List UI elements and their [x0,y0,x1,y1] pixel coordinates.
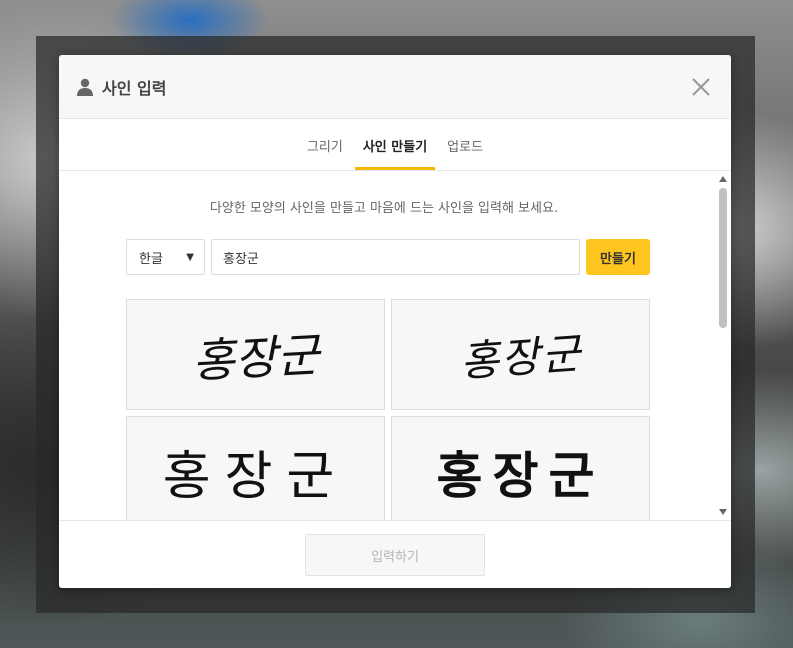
close-icon[interactable] [689,75,713,99]
dialog-footer: 입력하기 [59,520,731,588]
dialog-header: 사인 입력 [59,55,731,119]
tab-bar: 그리기 사인 만들기 업로드 [59,119,731,171]
tab-upload[interactable]: 업로드 [439,136,491,170]
signature-text: 홍장군 [436,446,605,505]
name-input[interactable] [211,239,580,275]
language-select[interactable]: 한글 ▼ [126,239,205,275]
signature-option-1[interactable]: 홍장군 [126,299,385,410]
scroll-up-icon[interactable] [719,176,727,182]
person-icon [77,78,93,96]
make-button[interactable]: 만들기 [586,239,650,275]
scrollbar[interactable] [715,171,731,520]
scroll-down-icon[interactable] [719,509,727,515]
instruction-text: 다양한 모양의 사인을 만들고 마음에 드는 사인을 입력해 보세요. [209,201,559,216]
scroll-thumb[interactable] [719,188,727,328]
dialog-title: 사인 입력 [102,78,167,98]
signature-option-2[interactable]: 홍장군 [391,299,650,410]
sign-input-dialog: 사인 입력 그리기 사인 만들기 업로드 다양한 모양의 사인을 만들고 마음에… [59,55,731,588]
signature-text: 홍장군 [458,328,584,387]
make-sign-panel: 다양한 모양의 사인을 만들고 마음에 드는 사인을 입력해 보세요. 한글 ▼… [59,171,731,520]
language-select-value: 한글 [139,251,163,267]
signature-option-3[interactable]: 홍장군 [126,416,385,520]
signature-text: 홍장군 [162,447,349,507]
caret-down-icon: ▼ [186,251,194,263]
signature-text: 홍장군 [190,327,321,388]
tab-make-sign[interactable]: 사인 만들기 [354,136,436,170]
signature-option-4[interactable]: 홍장군 [391,416,650,520]
tab-draw[interactable]: 그리기 [299,136,351,170]
submit-button[interactable]: 입력하기 [305,534,485,576]
